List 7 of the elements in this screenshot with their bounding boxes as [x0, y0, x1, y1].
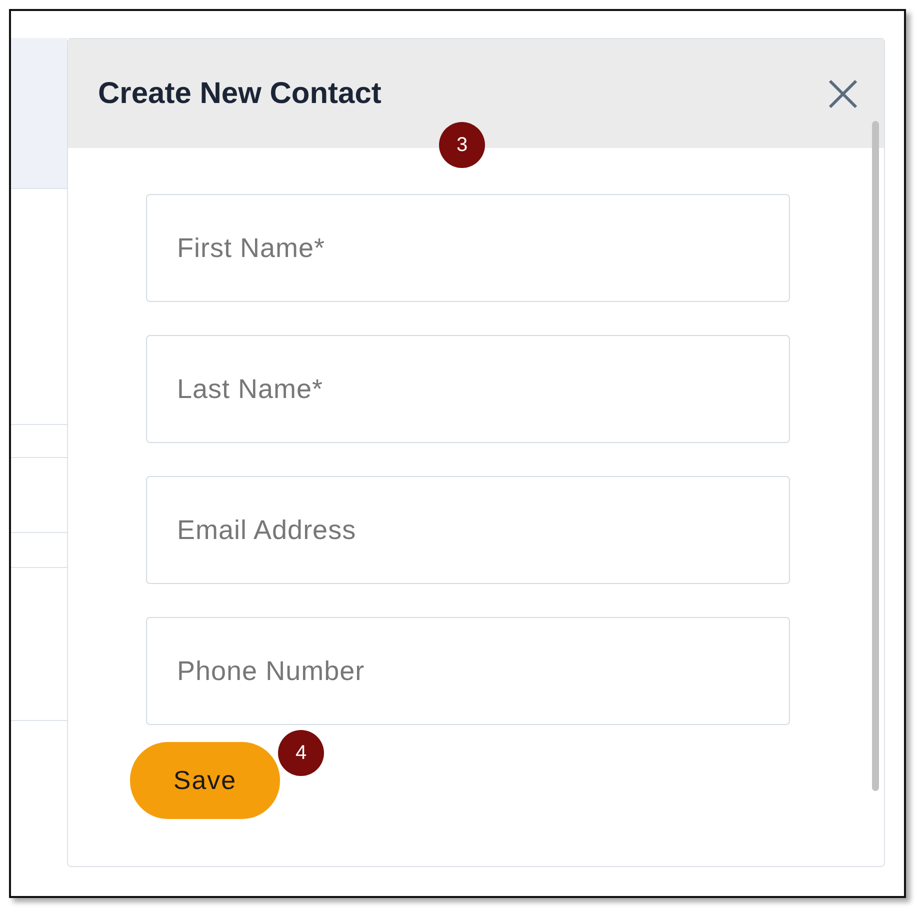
dialog-title: Create New Contact [98, 76, 382, 110]
input-field[interactable]: Email Address [146, 476, 790, 584]
scrollbar[interactable] [872, 121, 879, 791]
input-field[interactable]: First Name* [146, 194, 790, 302]
input-field[interactable]: Phone Number [146, 617, 790, 725]
save-button[interactable]: Save [130, 742, 280, 819]
input-field[interactable]: Last Name* [146, 335, 790, 443]
